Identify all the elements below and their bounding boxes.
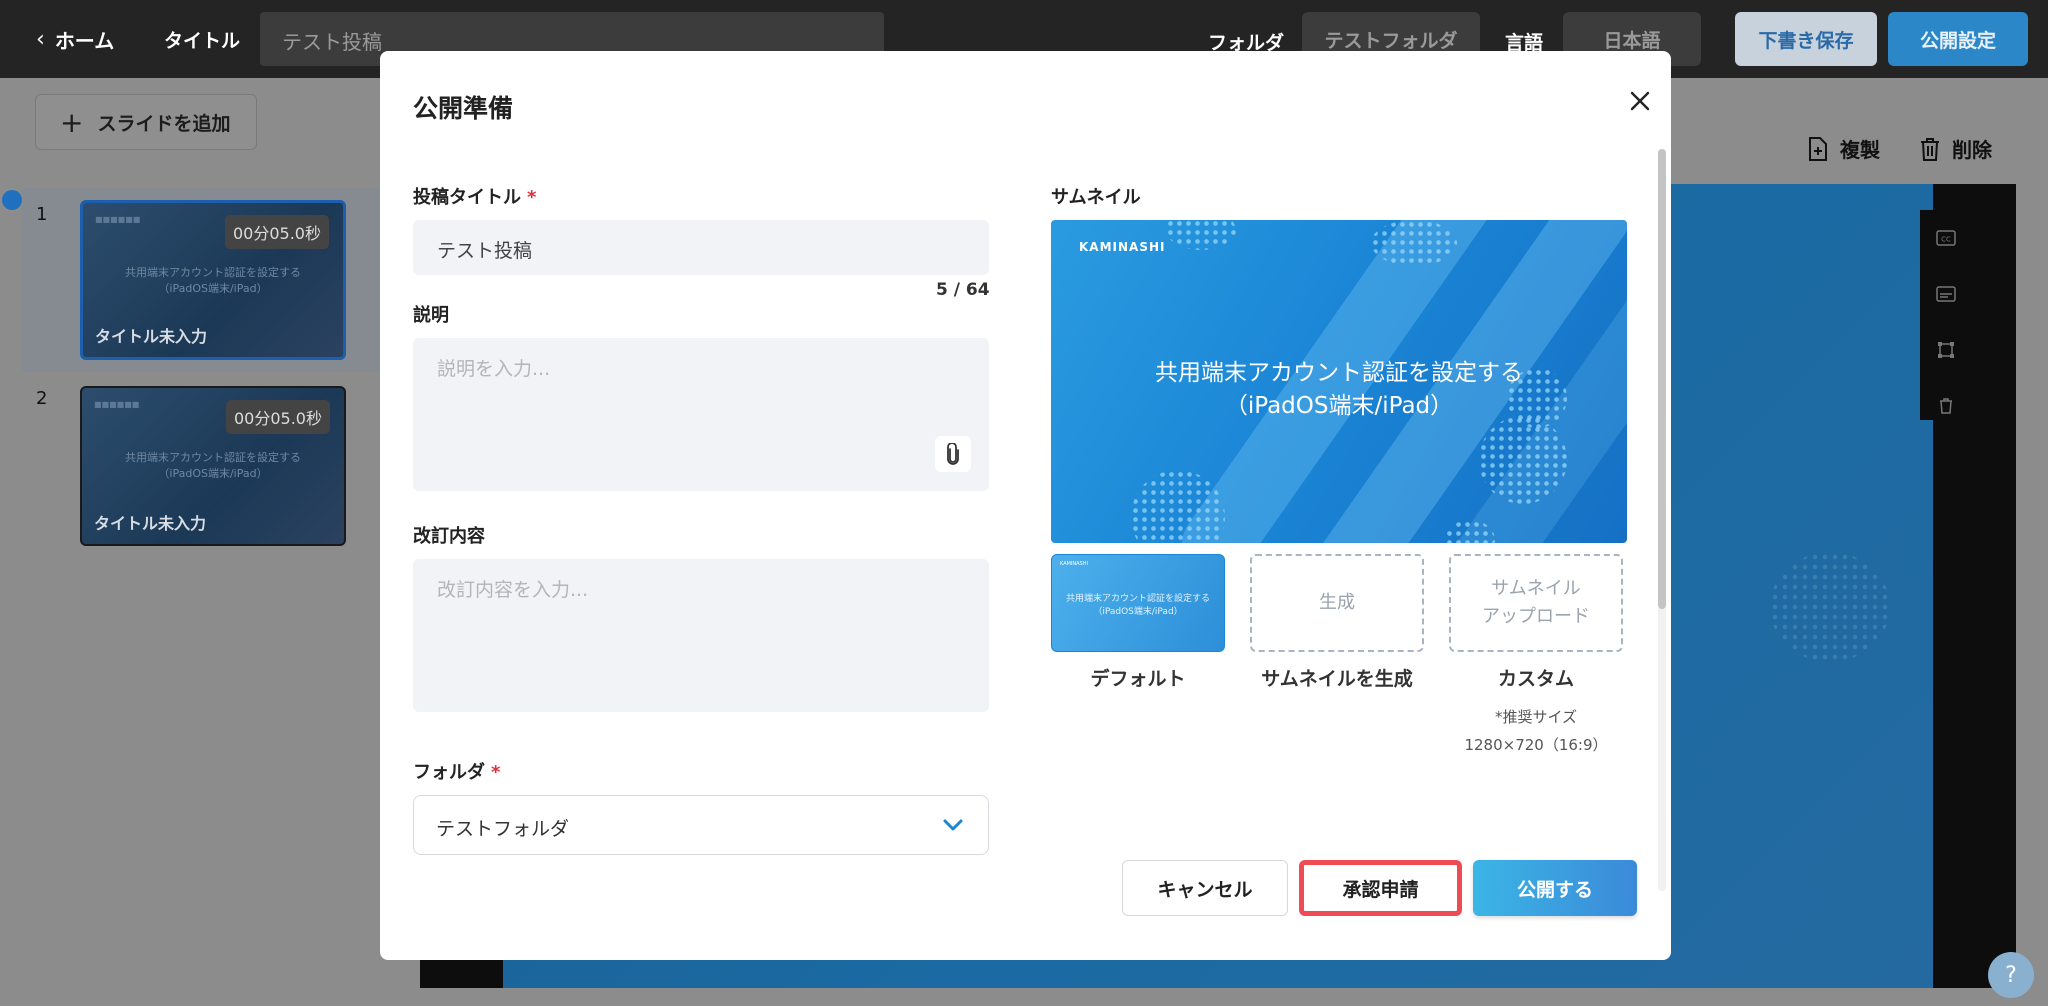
mini-line-1: 共用端末アカウント認証を設定する	[1065, 594, 1210, 604]
help-button[interactable]: ?	[1988, 952, 2034, 998]
required-mark: *	[527, 187, 537, 208]
home-label: ホーム	[54, 28, 115, 53]
slide-line-1: 共用端末アカウント認証を設定する	[125, 451, 301, 464]
publish-prep-modal: 公開準備 投稿タイトル * テスト投稿 5 / 64 説明 説明を入力... 改訂…	[380, 51, 1671, 960]
thumbnail-label: サムネイル	[1051, 187, 1141, 208]
slide-number: 1	[36, 204, 48, 225]
recommended-size-note: *推奨サイズ 1280×720（16:9）	[1449, 703, 1623, 759]
decor-dots	[1479, 416, 1567, 504]
crop-icon[interactable]	[1920, 322, 1972, 378]
folder-field-label: フォルダ *	[413, 758, 500, 784]
slide-number: 2	[36, 388, 48, 409]
cancel-button[interactable]: キャンセル	[1122, 860, 1288, 916]
delete-label: 削除	[1952, 138, 1992, 162]
plus-icon: +	[60, 105, 84, 139]
trash-icon	[1921, 137, 1939, 161]
slide-line-1: 共用端末アカウント認証を設定する	[125, 266, 301, 279]
brand-logo: ■■■■■■	[94, 400, 140, 409]
post-title-label-text: 投稿タイトル	[413, 187, 521, 208]
delete-button[interactable]: 削除	[1918, 134, 1992, 163]
approval-request-button[interactable]: 承認申請	[1299, 860, 1462, 916]
duplicate-label: 複製	[1840, 138, 1880, 162]
folder-field-label-text: フォルダ	[413, 762, 485, 783]
char-counter: 5 / 64	[936, 280, 990, 300]
brand-logo: ■■■■■■	[95, 215, 141, 224]
close-button[interactable]	[1618, 79, 1662, 123]
duplicate-button[interactable]: 複製	[1806, 134, 1880, 163]
post-title-label: 投稿タイトル *	[413, 183, 536, 209]
recommended-line-1: *推奨サイズ	[1494, 708, 1578, 726]
slide-title: タイトル未入力	[94, 514, 207, 533]
slide-thumbnail[interactable]: ■■■■■■ 00分05.0秒 共用端末アカウント認証を設定する （iPadOS…	[80, 386, 346, 546]
slide-title: タイトル未入力	[95, 327, 208, 346]
title-label: タイトル	[164, 30, 241, 52]
revision-placeholder: 改訂内容を入力...	[437, 579, 589, 601]
paperclip-icon	[947, 443, 959, 465]
scrollbar-thumb[interactable]	[1658, 149, 1666, 609]
default-thumbnail-option[interactable]: KAMINASHI 共用端末アカウント認証を設定する （iPadOS端末/iPa…	[1051, 554, 1225, 652]
upload-line-2: アップロード	[1482, 606, 1590, 627]
decor-dots	[1166, 220, 1236, 250]
side-tools: CC	[1920, 210, 1972, 420]
revision-label: 改訂内容	[413, 526, 485, 547]
description-placeholder: 説明を入力...	[437, 358, 551, 380]
slide-duration: 00分05.0秒	[225, 215, 329, 249]
attach-button[interactable]	[935, 436, 971, 472]
upload-line-1: サムネイル	[1491, 578, 1581, 599]
publish-button[interactable]: 公開する	[1473, 860, 1637, 916]
decor-dots	[1371, 220, 1457, 266]
slide-line-2: （iPadOS端末/iPad）	[158, 282, 268, 295]
add-slide-label: スライドを追加	[97, 112, 231, 135]
default-thumbnail-text: 共用端末アカウント認証を設定する （iPadOS端末/iPad）	[1052, 593, 1224, 619]
generate-thumbnail-option[interactable]: 生成	[1250, 554, 1424, 652]
upload-thumbnail-option[interactable]: サムネイル アップロード	[1449, 554, 1623, 652]
slide-subtitle: 共用端末アカウント認証を設定する （iPadOS端末/iPad）	[82, 450, 344, 482]
svg-text:CC: CC	[1941, 236, 1951, 244]
scrollbar[interactable]	[1658, 149, 1666, 891]
modal-title: 公開準備	[413, 94, 514, 123]
current-slide-indicator	[2, 190, 22, 210]
slide-subtitle: 共用端末アカウント認証を設定する （iPadOS端末/iPad）	[83, 265, 343, 297]
duplicate-icon	[1809, 136, 1827, 161]
chevron-down-icon	[943, 819, 963, 831]
thumbnail-title-line1: 共用端末アカウント認証を設定する	[1155, 360, 1523, 386]
default-caption: デフォルト	[1090, 668, 1186, 690]
brand-logo: KAMINASHI	[1079, 240, 1166, 254]
recommended-line-2: 1280×720（16:9）	[1464, 736, 1608, 754]
custom-caption: カスタム	[1497, 668, 1574, 690]
mini-line-2: （iPadOS端末/iPad）	[1093, 607, 1183, 617]
post-title-input[interactable]: テスト投稿	[413, 220, 989, 275]
home-button[interactable]: ‹ ホーム	[36, 22, 114, 56]
close-icon	[1630, 91, 1650, 111]
generate-caption: サムネイルを生成	[1261, 668, 1413, 690]
add-slide-button[interactable]: + スライドを追加	[35, 94, 257, 150]
folder-dropdown[interactable]: テストフォルダ	[413, 795, 989, 855]
description-label: 説明	[413, 305, 449, 326]
slide-duration: 00分05.0秒	[226, 400, 330, 434]
thumbnail-preview: KAMINASHI 共用端末アカウント認証を設定する （iPadOS端末/iPa…	[1051, 220, 1627, 543]
save-draft-button[interactable]: 下書き保存	[1735, 12, 1877, 66]
folder-dropdown-value: テストフォルダ	[436, 818, 570, 840]
trash-icon[interactable]	[1920, 378, 1972, 434]
decor-dots	[1131, 470, 1225, 543]
decorative-dots	[1770, 552, 1890, 662]
thumbnail-title-line2: （iPadOS端末/iPad）	[1224, 393, 1454, 419]
brand-logo: KAMINASHI	[1060, 561, 1088, 567]
publish-settings-button[interactable]: 公開設定	[1888, 12, 2028, 66]
subtitles-icon[interactable]	[1920, 266, 1972, 322]
slide-line-2: （iPadOS端末/iPad）	[158, 467, 268, 480]
captions-icon[interactable]: CC	[1920, 210, 1972, 266]
revision-field[interactable]: 改訂内容を入力...	[413, 559, 989, 712]
required-mark: *	[491, 762, 501, 783]
slide-thumbnail[interactable]: ■■■■■■ 00分05.0秒 共用端末アカウント認証を設定する （iPadOS…	[80, 200, 346, 360]
chevron-left-icon: ‹	[36, 26, 45, 52]
description-field[interactable]: 説明を入力...	[413, 338, 989, 491]
